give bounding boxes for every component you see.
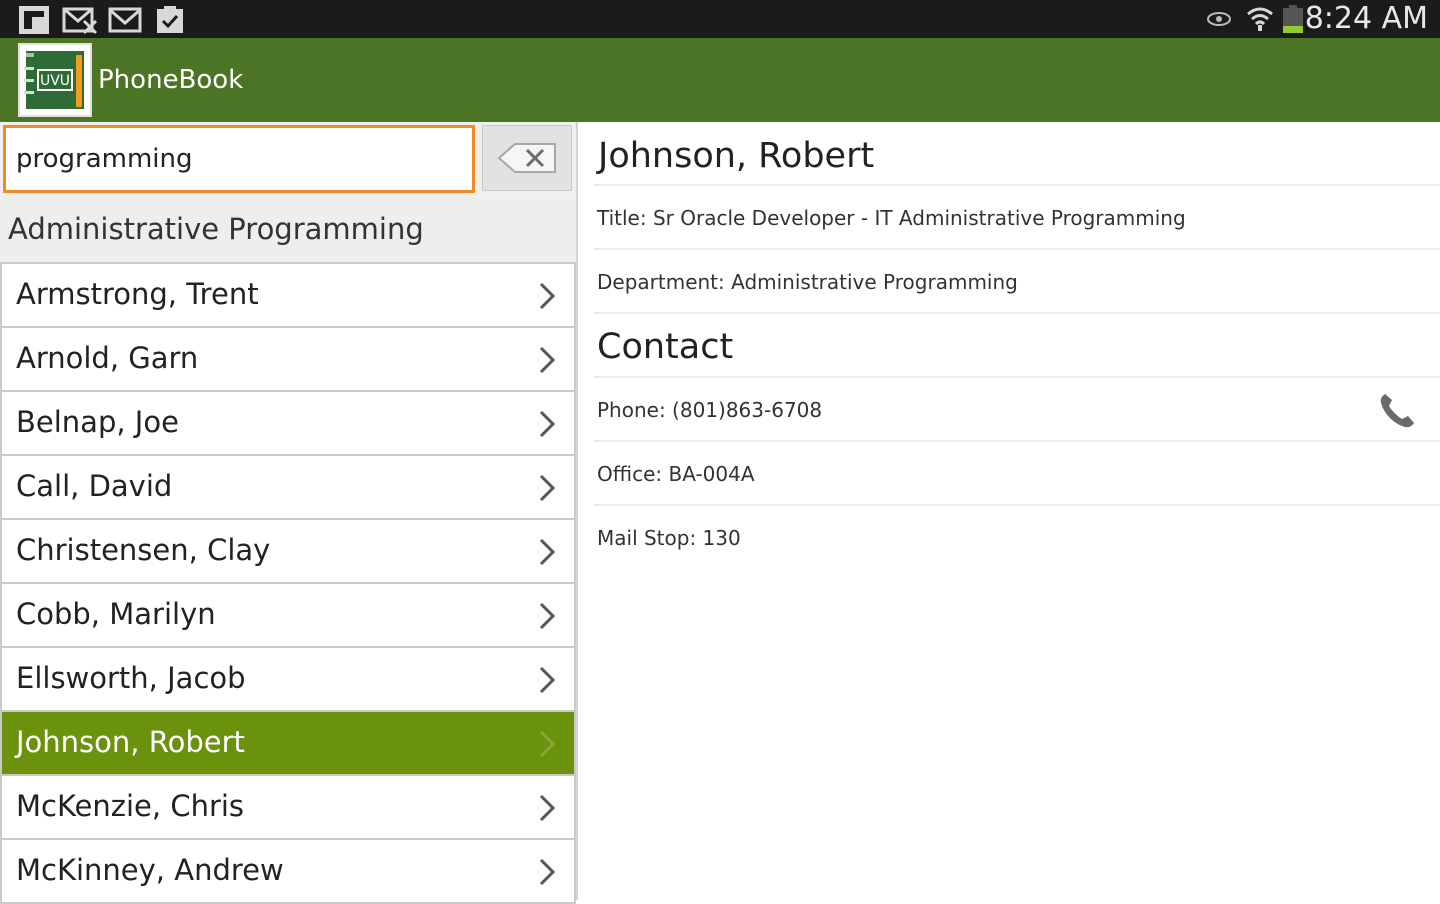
- divider: [594, 248, 1440, 250]
- phone-call-icon[interactable]: [1376, 390, 1418, 436]
- app-logo-icon[interactable]: UVU: [18, 43, 92, 117]
- divider: [594, 312, 1440, 314]
- detail-panel: Johnson, Robert Title: Sr Oracle Develop…: [578, 122, 1440, 900]
- divider: [594, 504, 1440, 506]
- chevron-right-icon: [538, 793, 556, 827]
- list-item-name: Arnold, Garn: [16, 341, 199, 375]
- clear-backspace-icon: [497, 143, 556, 173]
- detail-person-name: Johnson, Robert: [598, 136, 875, 176]
- search-input[interactable]: [3, 125, 475, 193]
- detail-department: Department: Administrative Programming: [597, 270, 1018, 294]
- detail-phone[interactable]: Phone: (801)863-6708: [597, 398, 822, 422]
- divider: [594, 440, 1440, 442]
- list-item-name: Belnap, Joe: [16, 405, 179, 439]
- contact-heading: Contact: [597, 327, 734, 367]
- chevron-right-icon: [538, 601, 556, 635]
- chevron-right-icon: [538, 537, 556, 571]
- svg-text:UVU: UVU: [40, 73, 70, 89]
- list-item-name: Christensen, Clay: [16, 533, 271, 567]
- flipboard-icon: [18, 5, 50, 39]
- divider: [594, 376, 1440, 378]
- section-header-label: Administrative Programming: [8, 212, 424, 246]
- clipboard-check-icon: [154, 5, 186, 39]
- chevron-right-icon: [538, 857, 556, 891]
- people-list: Armstrong, Trent Arnold, Garn Belnap, Joe C…: [0, 264, 576, 904]
- list-item-name: McKinney, Andrew: [16, 853, 284, 887]
- chevron-right-icon: [538, 729, 556, 763]
- list-item[interactable]: Johnson, Robert: [0, 712, 576, 776]
- detail-office: Office: BA-004A: [597, 462, 755, 486]
- list-item[interactable]: Arnold, Garn: [0, 328, 576, 392]
- clock-time: 8:24 AM: [1304, 1, 1428, 36]
- app-title: PhoneBook: [98, 65, 244, 95]
- list-item-name: Johnson, Robert: [16, 725, 245, 759]
- divider: [594, 184, 1440, 186]
- wifi-icon: [1246, 4, 1274, 36]
- eye-icon: [1206, 10, 1232, 32]
- list-item-name: Ellsworth, Jacob: [16, 661, 246, 695]
- list-item-name: McKenzie, Chris: [16, 789, 245, 823]
- chevron-right-icon: [538, 281, 556, 315]
- list-item-name: Cobb, Marilyn: [16, 597, 216, 631]
- list-item-name: Call, David: [16, 469, 173, 503]
- list-item[interactable]: Ellsworth, Jacob: [0, 648, 576, 712]
- chevron-right-icon: [538, 345, 556, 379]
- list-item[interactable]: Call, David: [0, 456, 576, 520]
- action-bar: UVU PhoneBook: [0, 38, 1440, 122]
- status-bar: 8:24 AM: [0, 0, 1440, 38]
- search-row: [0, 122, 576, 198]
- list-item-name: Armstrong, Trent: [16, 277, 259, 311]
- list-item[interactable]: McKinney, Andrew: [0, 840, 576, 904]
- people-list-panel: Administrative Programming Armstrong, Tr…: [0, 122, 576, 904]
- list-item[interactable]: McKenzie, Chris: [0, 776, 576, 840]
- chevron-right-icon: [538, 409, 556, 443]
- battery-icon: [1282, 4, 1304, 38]
- gmail-icon: [108, 5, 142, 39]
- clear-search-button[interactable]: [482, 125, 572, 191]
- list-item[interactable]: Belnap, Joe: [0, 392, 576, 456]
- list-item[interactable]: Christensen, Clay: [0, 520, 576, 584]
- detail-mailstop: Mail Stop: 130: [597, 526, 741, 550]
- chevron-right-icon: [538, 665, 556, 699]
- mail-x-icon: [62, 5, 98, 39]
- chevron-right-icon: [538, 473, 556, 507]
- list-item[interactable]: Armstrong, Trent: [0, 264, 576, 328]
- detail-title: Title: Sr Oracle Developer - IT Administ…: [597, 206, 1186, 230]
- section-header: Administrative Programming: [0, 198, 576, 264]
- list-item[interactable]: Cobb, Marilyn: [0, 584, 576, 648]
